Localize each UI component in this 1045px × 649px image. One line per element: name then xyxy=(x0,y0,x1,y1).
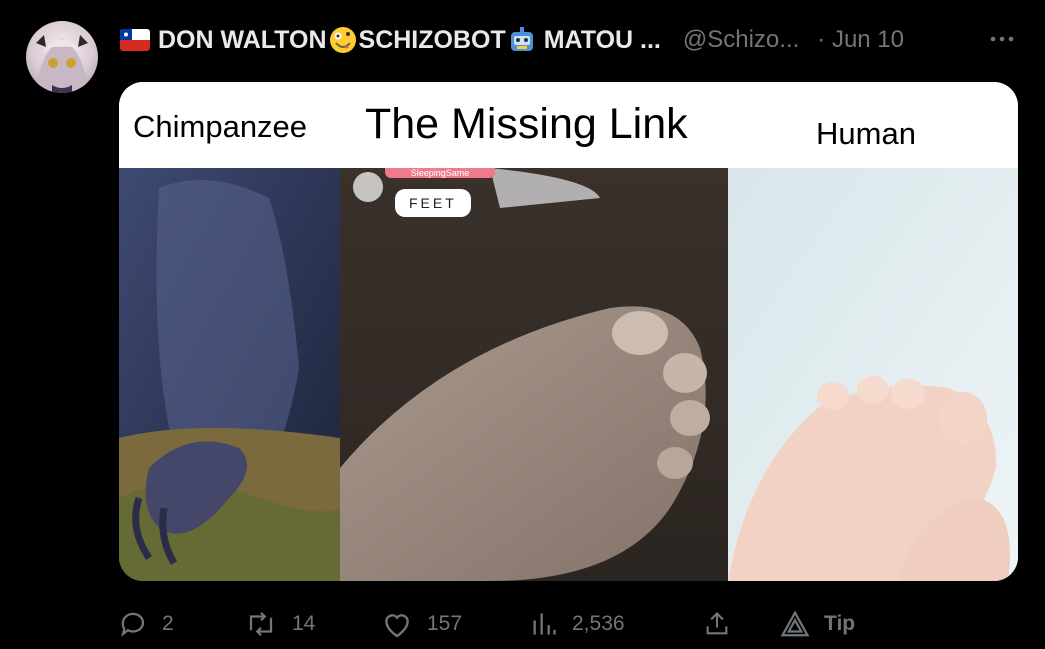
user-handle[interactable]: @Schizo... xyxy=(683,26,799,54)
tip-label: Tip xyxy=(824,612,856,635)
chimpanzee-foot-image xyxy=(119,168,340,581)
robot-emoji xyxy=(507,25,537,55)
meme-header: Chimpanzee The Missing Link Human xyxy=(119,82,1018,168)
human-foot-image xyxy=(728,168,1018,581)
reply-icon xyxy=(121,612,145,637)
share-icon xyxy=(706,612,728,635)
repost-icon xyxy=(249,611,273,637)
label-chimpanzee: Chimpanzee xyxy=(133,109,308,144)
avatar[interactable] xyxy=(26,21,98,93)
label-human: Human xyxy=(816,116,916,151)
chile-flag-icon xyxy=(120,29,150,51)
reply-count: 2 xyxy=(162,612,174,635)
views-button[interactable]: 2,536 xyxy=(530,610,625,638)
tweet-media[interactable]: Chimpanzee The Missing Link Human Sleepi… xyxy=(119,82,1018,581)
share-button[interactable] xyxy=(703,610,745,638)
repost-button[interactable]: 14 xyxy=(244,609,315,639)
display-name-part2[interactable]: SCHIZOBOT xyxy=(359,26,506,55)
like-button[interactable]: 157 xyxy=(381,609,462,639)
reply-button[interactable]: 2 xyxy=(118,609,174,639)
analytics-icon xyxy=(533,613,556,635)
overlay-pink-badge: SleepingSame xyxy=(385,168,495,178)
tip-button[interactable]: Tip xyxy=(780,610,855,638)
overlay-feet-badge: FEET xyxy=(395,189,471,217)
tip-icon xyxy=(780,610,810,637)
more-horizontal-icon[interactable] xyxy=(989,22,1015,50)
overlay-avatar xyxy=(353,172,383,202)
missing-link-foot-image: SleepingSame FEET xyxy=(340,168,728,581)
view-count: 2,536 xyxy=(572,612,625,635)
display-name-part3[interactable]: MATOU ... xyxy=(544,26,661,55)
like-count: 157 xyxy=(427,612,463,635)
display-name[interactable]: DON WALTON xyxy=(158,26,327,55)
heart-icon xyxy=(385,614,409,638)
tweet-actions: 2 14 157 2,536 Tip xyxy=(118,604,858,644)
tweet-date[interactable]: · Jun 10 xyxy=(817,26,904,54)
repost-count: 14 xyxy=(292,612,316,635)
zany-face-emoji xyxy=(328,25,358,55)
meme-title: The Missing Link xyxy=(365,100,688,148)
tweet-header: DON WALTON SCHIZOBOT MATOU ... @Schizo..… xyxy=(120,22,1025,58)
